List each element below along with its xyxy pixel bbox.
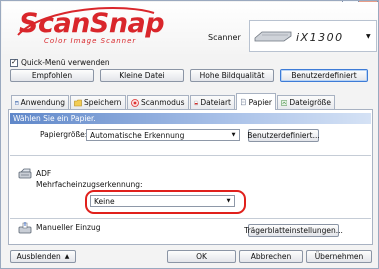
application-icon — [15, 100, 19, 105]
multifeed-label: Mehrfacheinzugserkennung: — [36, 180, 143, 189]
paper-icon — [241, 98, 246, 106]
profile-custom-button[interactable]: Benutzerdefiniert — [280, 69, 368, 82]
cancel-button[interactable]: Abbrechen — [239, 250, 303, 263]
quick-menu-label: Quick-Menü verwenden — [21, 58, 110, 67]
paper-size-select[interactable]: Automatische Erkennung ▼ — [86, 129, 240, 141]
tab-dateigroesse[interactable]: Dateigröße — [277, 95, 335, 109]
folder-icon — [74, 99, 82, 106]
tab-papier[interactable]: Papier — [236, 93, 276, 110]
info-bar: Wählen Sie ein Papier. — [10, 113, 371, 124]
logo-subtitle: Color Image Scanner — [44, 37, 137, 45]
tab-dateiart[interactable]: Dateiart — [190, 95, 235, 109]
adf-label: ADF — [36, 169, 52, 178]
tab-speichern[interactable]: Speichern — [70, 95, 126, 109]
file-size-icon — [281, 99, 288, 106]
scan-mode-icon — [131, 98, 139, 107]
scanner-select[interactable]: iX1300 ▼ — [249, 20, 377, 52]
tab-anwendung[interactable]: Anwendung — [11, 95, 69, 109]
header: ScanSnap Color Image Scanner Scanner iX1… — [2, 2, 378, 54]
quick-menu-checkbox-row[interactable]: ✓ Quick-Menü verwenden — [10, 58, 110, 67]
carrier-sheet-settings-button[interactable]: Trägerblatteinstellungen... — [244, 224, 343, 237]
divider — [10, 218, 371, 219]
scanner-label: Scanner — [208, 33, 241, 42]
chevron-up-icon: ▲ — [64, 253, 70, 260]
scanner-device-icon — [254, 31, 292, 42]
profile-recommended-button[interactable]: Empfohlen — [10, 69, 94, 82]
profile-small-file-button[interactable]: Kleine Datei — [100, 69, 184, 82]
scanner-model: iX1300 — [296, 31, 344, 44]
divider — [10, 155, 371, 156]
quick-menu-checkbox[interactable]: ✓ — [10, 58, 18, 67]
paper-settings-panel: Wählen Sie ein Papier. Papiergröße: Auto… — [8, 109, 373, 245]
scansnap-logo: ScanSnap — [19, 8, 165, 39]
paper-custom-button[interactable]: Benutzerdefiniert... — [247, 129, 320, 142]
highlight-annotation — [85, 190, 246, 214]
adf-scanner-icon — [18, 168, 32, 179]
ok-button[interactable]: OK — [167, 250, 236, 263]
manual-feed-label: Manueller Einzug — [36, 223, 101, 232]
chevron-down-icon: ▼ — [366, 33, 371, 40]
paper-size-label: Papiergröße: — [40, 130, 88, 139]
chevron-down-icon: ▼ — [231, 132, 236, 138]
apply-button[interactable]: Übernehmen — [306, 250, 372, 263]
checkmark-icon: ✓ — [11, 58, 17, 66]
scansnap-settings-window: ? × ScanSnap Color Image Scanner Scanner… — [0, 0, 379, 269]
hide-button[interactable]: Ausblenden ▲ — [10, 250, 76, 263]
pdf-file-icon — [194, 100, 198, 105]
tab-scanmodus[interactable]: Scanmodus — [127, 95, 189, 109]
paper-size-value: Automatische Erkennung — [90, 130, 185, 140]
manual-feed-icon — [18, 222, 32, 234]
settings-tabs: Anwendung Speichern Scanmodus Dateiart P… — [8, 93, 370, 110]
profile-high-quality-button[interactable]: Hohe Bildqualität — [190, 69, 274, 82]
